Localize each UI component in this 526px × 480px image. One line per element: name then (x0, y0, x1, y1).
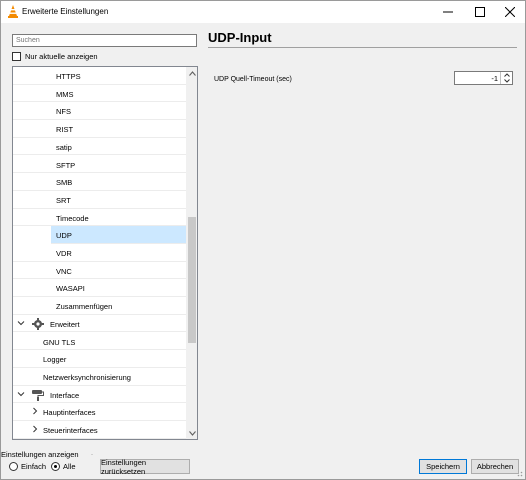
reset-settings-button[interactable]: Einstellungen zurücksetzen (100, 458, 190, 476)
panel-title: UDP-Input (208, 30, 272, 45)
scrollbar-thumb[interactable] (188, 217, 196, 343)
radio-all[interactable] (51, 462, 60, 471)
tree-item-label: VDR (56, 249, 72, 258)
tree-item[interactable]: SMB (13, 173, 186, 191)
radio-simple[interactable] (9, 462, 18, 471)
tree-item-label: satip (56, 142, 72, 152)
group-divider (91, 454, 93, 455)
chevron-right-icon[interactable] (31, 425, 39, 433)
settings-tree[interactable]: HTTPS MMS NFS RIST satip SFTP SMB SRT Ti… (12, 66, 198, 440)
tree-item-label: WASAPI (56, 284, 85, 294)
title-divider (208, 47, 517, 48)
vlc-cone-icon (8, 5, 18, 18)
tree-item[interactable]: MMS (13, 85, 186, 103)
close-button[interactable] (495, 1, 525, 23)
tree-item-label: SRT (56, 195, 71, 205)
tree-item[interactable]: Timecode (13, 209, 186, 227)
minimize-icon (443, 11, 453, 13)
tree-item[interactable]: NFS (13, 102, 186, 121)
tree-item-label: Logger (43, 355, 67, 365)
tree-item[interactable]: HTTPS (13, 67, 186, 85)
radio-simple-row[interactable]: Einfach (9, 462, 46, 471)
tree-scrollbar[interactable] (186, 67, 197, 439)
tree-item[interactable]: VDR (13, 244, 186, 262)
udp-timeout-label: UDP Quell-Timeout (sec) (214, 76, 292, 83)
only-current-row[interactable]: Nur aktuelle anzeigen (12, 52, 98, 61)
chevron-down-icon (188, 430, 196, 436)
tree-item-label: NFS (56, 107, 71, 117)
tree-item-label: Interface (50, 390, 80, 400)
tree-item-label: VNC (56, 266, 72, 276)
gear-icon (32, 317, 44, 330)
spinbox-buttons (500, 72, 512, 84)
udp-timeout-spinbox[interactable]: -1 (454, 71, 513, 85)
title-bar: Erweiterte Einstellungen (1, 1, 525, 23)
tree-item[interactable]: SFTP (13, 156, 186, 174)
radio-all-label: Alle (63, 462, 76, 471)
chevron-down-icon (503, 79, 510, 83)
chevron-down-icon[interactable] (17, 319, 25, 327)
paint-roller-icon (32, 389, 44, 401)
tree-item[interactable]: RIST (13, 120, 186, 138)
tree-item[interactable]: Steuerinterfaces (13, 421, 186, 439)
chevron-up-icon (503, 73, 510, 77)
tree-item-label: SMB (56, 178, 73, 188)
tree-item-selected[interactable]: UDP (51, 226, 186, 244)
tree-item[interactable]: Netzwerksynchronisierung (13, 368, 186, 386)
only-current-label: Nur aktuelle anzeigen (25, 52, 98, 61)
tree-item-label: Hauptinterfaces (43, 408, 96, 418)
resize-grip-icon[interactable] (515, 469, 523, 477)
tree-item[interactable]: GNU TLS (13, 333, 186, 351)
tree-category-interface[interactable]: Interface (13, 386, 186, 404)
tree-item-label: Timecode (56, 213, 89, 223)
minimize-button[interactable] (433, 1, 463, 23)
tree-item-label: SFTP (56, 160, 76, 170)
scroll-up-button[interactable] (186, 67, 197, 79)
close-icon (505, 7, 515, 17)
radio-all-row[interactable]: Alle (51, 462, 76, 471)
only-current-checkbox[interactable] (12, 52, 21, 61)
cancel-button[interactable]: Abbrechen (471, 459, 519, 474)
scroll-down-button[interactable] (186, 427, 197, 439)
tree-item-label: GNU TLS (43, 337, 76, 347)
save-button[interactable]: Speichern (419, 459, 467, 474)
udp-timeout-value[interactable]: -1 (491, 74, 498, 83)
tree-item[interactable]: VNC (13, 262, 186, 280)
tree-item-label: MMS (56, 89, 74, 99)
maximize-icon (475, 7, 485, 17)
search-input[interactable] (12, 34, 197, 47)
tree-item[interactable]: WASAPI (13, 279, 186, 298)
preferences-window: Erweiterte Einstellungen Nur aktuelle an… (0, 0, 526, 480)
spin-down-button[interactable] (501, 78, 512, 84)
tree-item[interactable]: Zusammenfügen (13, 297, 186, 315)
tree-category-erweitert[interactable]: Erweitert (13, 315, 186, 333)
chevron-down-icon[interactable] (17, 390, 25, 398)
tree-item-label: Erweitert (50, 319, 80, 329)
radio-simple-label: Einfach (21, 462, 47, 471)
tree-item-label: HTTPS (56, 72, 81, 81)
tree-item-label: UDP (56, 231, 72, 241)
tree-item[interactable]: SRT (13, 191, 186, 209)
tree-item-label: RIST (56, 125, 74, 135)
tree-item-label: Netzwerksynchronisierung (43, 372, 131, 382)
maximize-button[interactable] (465, 1, 495, 23)
show-settings-label: Einstellungen anzeigen (1, 450, 79, 459)
tree-item[interactable]: Hauptinterfaces (13, 403, 186, 421)
chevron-up-icon (188, 70, 196, 76)
tree-item[interactable]: Logger (13, 350, 186, 368)
chevron-right-icon[interactable] (31, 407, 39, 415)
tree-item-label: Zusammenfügen (56, 302, 113, 312)
window-title: Erweiterte Einstellungen (22, 7, 109, 16)
tree-item-label: Steuerinterfaces (43, 426, 98, 435)
tree-item[interactable]: satip (13, 138, 186, 156)
